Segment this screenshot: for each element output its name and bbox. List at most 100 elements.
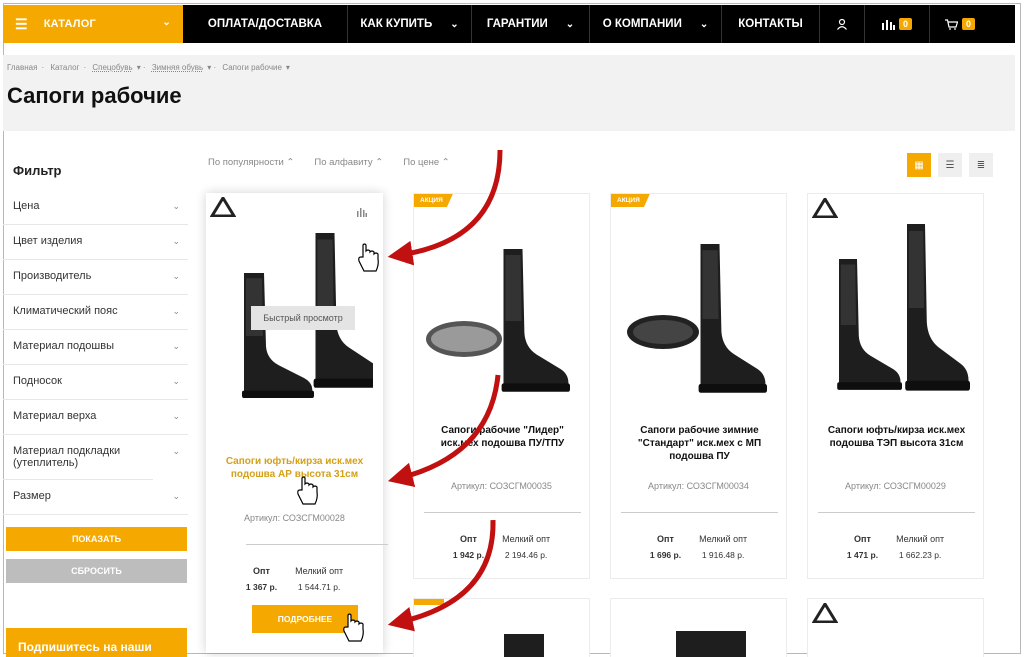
reset-button[interactable]: СБРОСИТЬ	[6, 559, 187, 583]
price-opt: 1 696 р.	[649, 550, 682, 560]
price-opt: 1 942 р.	[452, 550, 485, 560]
product-sku: Артикул: СОЗСГМ00035	[451, 481, 552, 491]
nav-item-label: КОНТАКТЫ	[738, 18, 803, 30]
chevron-down-icon: ⌄	[565, 18, 575, 30]
chevron-down-icon: ⌄	[172, 271, 180, 281]
filter-item-label: Производитель	[13, 270, 92, 282]
price-small-opt: 1 544.71 р.	[297, 582, 341, 592]
nav-item-how-to-buy[interactable]: КАК КУПИТЬ ⌄	[348, 5, 472, 43]
breadcrumb: Главная · Каталог · Спецобувь ▾ · Зимняя об…	[7, 63, 290, 72]
filter-item-label: Подносок	[13, 375, 62, 387]
nav-item-warranty[interactable]: ГАРАНТИИ ⌄	[472, 5, 590, 43]
price-block: Опт 1 471 р. Мелкий опт 1 662.23 р.	[808, 534, 983, 560]
product-card[interactable]: Быстрый просмотр Сапоги юфть/кирза иск.м…	[206, 193, 388, 653]
chevron-down-icon: ⌄	[172, 341, 180, 351]
sort-label: По алфавиту	[314, 157, 373, 168]
divider	[246, 544, 388, 545]
nav-item-about[interactable]: О КОМПАНИИ ⌄	[590, 5, 722, 43]
price-small-opt: 1 662.23 р.	[898, 550, 942, 560]
product-card[interactable]: АКЦИЯ Сапоги рабочие зимние "Стандарт" и…	[610, 193, 787, 579]
filter-item-price[interactable]: Цена ⌄	[3, 190, 188, 225]
divider	[424, 512, 581, 513]
filter-item-label: Климатический пояс	[13, 305, 118, 317]
breadcrumb-item[interactable]: Сапоги рабочие	[222, 63, 282, 72]
product-card[interactable]: Сапоги юфть/кирза иск.мех подошва ТЭП вы…	[807, 193, 984, 579]
product-image[interactable]	[818, 214, 975, 404]
divider	[621, 512, 778, 513]
product-sku: Артикул: СОЗСГМ00029	[845, 481, 946, 491]
product-image[interactable]	[494, 629, 554, 657]
filter-item-manufacturer[interactable]: Производитель ⌄	[3, 260, 188, 295]
grid-view-icon[interactable]: ▦	[907, 153, 931, 177]
filter-item-size[interactable]: Размер ⌄	[3, 480, 188, 515]
cart-button[interactable]: 0	[930, 5, 990, 43]
filter-item-color[interactable]: Цвет изделия ⌄	[3, 225, 188, 260]
table-view-icon[interactable]: ≣	[969, 153, 993, 177]
sort-popularity[interactable]: По популярности ⌃	[208, 157, 294, 168]
price-block: Опт 1 696 р. Мелкий опт 1 916.48 р.	[611, 534, 786, 560]
compare-button[interactable]: 0	[865, 5, 930, 43]
view-switcher: ▦ ☰ ≣	[907, 153, 993, 177]
sort-alphabet[interactable]: По алфавиту ⌃	[314, 157, 383, 168]
nav-item-label: ГАРАНТИИ	[486, 18, 548, 30]
nav-item-payment[interactable]: ОПЛАТА/ДОСТАВКА	[183, 5, 348, 43]
price-label: Опт	[657, 534, 674, 544]
sale-badge: АКЦИЯ	[611, 194, 650, 207]
product-name-link[interactable]: Сапоги юфть/кирза иск.мех подошва ТЭП вы…	[816, 424, 977, 450]
chevron-down-icon: ⌄	[699, 18, 709, 30]
filter-item-climate[interactable]: Климатический пояс ⌄	[3, 295, 188, 330]
breadcrumb-item[interactable]: Главная	[7, 63, 37, 72]
list-view-icon[interactable]: ☰	[938, 153, 962, 177]
price-label: Мелкий опт	[699, 534, 748, 544]
product-card[interactable]	[413, 598, 590, 657]
bar-chart-icon	[881, 19, 895, 30]
price-block: Опт 1 367 р. Мелкий опт 1 544.71 р.	[206, 566, 383, 592]
user-icon[interactable]	[820, 5, 865, 43]
page-header: Главная · Каталог · Спецобувь ▾ · Зимняя об…	[3, 55, 1015, 131]
top-navigation: ☰ КАТАЛОГ ⌄ ОПЛАТА/ДОСТАВКА КАК КУПИТЬ ⌄…	[3, 5, 1015, 43]
price-label: Мелкий опт	[502, 534, 551, 544]
product-sku: Артикул: СОЗСГМ00028	[244, 513, 345, 523]
breadcrumb-item[interactable]: Каталог	[50, 63, 79, 72]
nav-item-label: О КОМПАНИИ	[602, 18, 682, 30]
product-card[interactable]	[610, 598, 787, 657]
filter-item-sole[interactable]: Материал подошвы ⌄	[3, 330, 188, 365]
chevron-down-icon: ⌄	[172, 411, 180, 421]
product-card[interactable]	[807, 598, 984, 657]
cart-icon	[944, 18, 958, 30]
price-label: Опт	[460, 534, 477, 544]
price-small-opt: 1 916.48 р.	[701, 550, 745, 560]
nav-item-label: ОПЛАТА/ДОСТАВКА	[207, 18, 323, 30]
product-name-link[interactable]: Сапоги юфть/кирза иск.мех подошва АР выс…	[214, 455, 375, 481]
sort-label: По популярности	[208, 157, 284, 168]
product-name-link[interactable]: Сапоги рабочие "Лидер" иск.мех подошва П…	[422, 424, 583, 450]
cart-count-badge: 0	[961, 18, 975, 30]
product-name-link[interactable]: Сапоги рабочие зимние "Стандарт" иск.мех…	[619, 424, 780, 463]
product-card[interactable]: АКЦИЯ Сапоги рабочие "Лидер" иск.мех под…	[413, 193, 590, 579]
filter-item-upper[interactable]: Материал верха ⌄	[3, 400, 188, 435]
filter-item-lining[interactable]: Материал подкладки (утеплитель) ⌄	[3, 435, 180, 480]
filter-title: Фильтр	[13, 163, 62, 178]
chevron-down-icon: ⌄	[172, 491, 180, 501]
filter-item-label: Цвет изделия	[13, 235, 83, 247]
chevron-down-icon: ⌄	[172, 201, 180, 211]
breadcrumb-item[interactable]: Спецобувь	[92, 63, 132, 72]
sort-bar: По популярности ⌃ По алфавиту ⌃ По цене …	[208, 157, 450, 168]
breadcrumb-item[interactable]: Зимняя обувь	[152, 63, 203, 72]
divider	[818, 512, 975, 513]
sort-price[interactable]: По цене ⌃	[403, 157, 450, 168]
subscribe-banner[interactable]: Подпишитесь на наши	[6, 628, 187, 657]
product-image[interactable]	[621, 214, 778, 404]
quick-view-button[interactable]: Быстрый просмотр	[251, 306, 355, 330]
filter-item-toecap[interactable]: Подносок ⌄	[3, 365, 188, 400]
filter-item-label: Материал верха	[13, 410, 97, 422]
product-image[interactable]	[424, 214, 581, 404]
price-label: Опт	[253, 566, 270, 576]
price-opt: 1 471 р.	[846, 550, 879, 560]
nav-item-contacts[interactable]: КОНТАКТЫ	[722, 5, 820, 43]
show-button[interactable]: ПОКАЗАТЬ	[6, 527, 187, 551]
product-image[interactable]	[671, 627, 751, 657]
price-small-opt: 2 194.46 р.	[504, 550, 548, 560]
details-button[interactable]: ПОДРОБНЕЕ	[252, 605, 358, 633]
catalog-button[interactable]: ☰ КАТАЛОГ ⌄	[3, 5, 183, 43]
